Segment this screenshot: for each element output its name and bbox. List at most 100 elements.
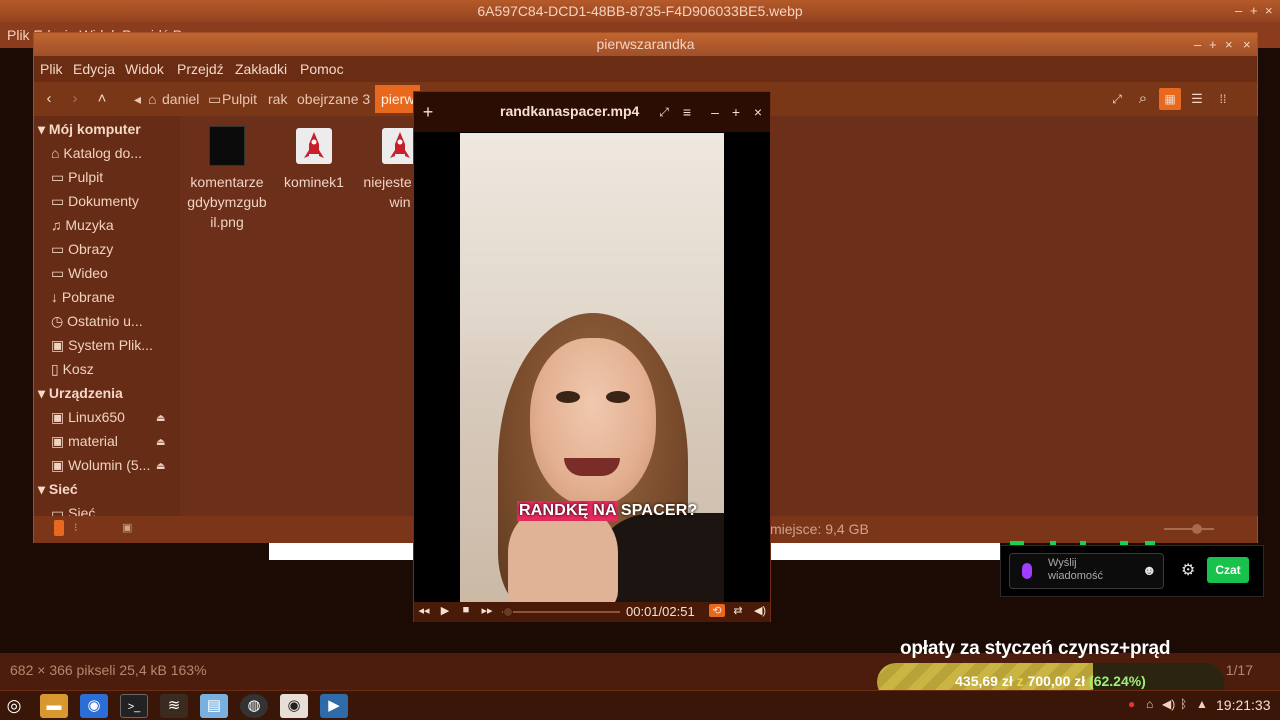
sidebar-item-muzyka[interactable]: ♫ Muzyka: [51, 217, 114, 233]
menu-przejdz[interactable]: Przejdź: [177, 61, 224, 77]
bluetooth-icon[interactable]: ᛒ: [1180, 697, 1187, 711]
compact-view-icon[interactable]: ⁞⁞: [1212, 88, 1234, 110]
taskbar: ◎ ▬ ◉ >_ ≋ ▤ ◍ ◉ ▶ ● ⌂ ◀) ᛒ ▲ 19:21:33: [0, 690, 1280, 720]
seek-knob[interactable]: [502, 607, 513, 617]
menu-widok[interactable]: Widok: [125, 61, 164, 77]
eject-icon[interactable]: ⏏: [156, 461, 165, 472]
volume-icon[interactable]: ◀): [1162, 697, 1175, 711]
steam-icon[interactable]: ≋: [160, 694, 188, 718]
goal-title: opłaty za styczeń czynsz+prąd: [900, 638, 1171, 659]
hamburger-menu-icon[interactable]: ≡: [676, 101, 698, 123]
volume-icon[interactable]: ◀): [752, 604, 768, 617]
hide-sidebar-icon[interactable]: ▣: [122, 521, 132, 534]
fast-forward-icon[interactable]: ▸▸: [479, 604, 495, 617]
network-icon[interactable]: ⌂: [1146, 697, 1153, 711]
toggle-location-icon[interactable]: ⤢: [1106, 88, 1128, 110]
zoom-slider[interactable]: [1164, 528, 1214, 530]
sidebar-section-devices[interactable]: ▾ Urządzenia: [38, 385, 123, 402]
text-editor-icon[interactable]: ▤: [200, 694, 228, 718]
sidebar-item-material[interactable]: ▣ material: [51, 433, 118, 450]
emoji-icon[interactable]: ☻: [1142, 562, 1157, 578]
chat-send-button[interactable]: Czat: [1207, 557, 1249, 583]
sidebar-item-dokumenty[interactable]: ▭ Dokumenty: [51, 193, 139, 210]
add-icon[interactable]: +: [417, 101, 439, 123]
sidebar-item-obrazy[interactable]: ▭ Obrazy: [51, 241, 113, 258]
video-frame[interactable]: RANDKĘ NA SPACER?: [460, 133, 724, 603]
sidebar-item-wideo[interactable]: ▭ Wideo: [51, 265, 108, 282]
zoom-slider-knob[interactable]: [1192, 524, 1202, 534]
forward-icon[interactable]: ›: [64, 88, 86, 110]
breadcrumb-daniel[interactable]: daniel: [162, 91, 199, 107]
sidebar-section-my-computer[interactable]: ▾ Mój komputer: [38, 121, 141, 138]
shuffle-icon[interactable]: ⇄: [730, 604, 746, 617]
treeview-icon[interactable]: ⁝: [74, 521, 78, 534]
folder-icon: ▭: [51, 193, 69, 209]
sidebar-item-pulpit[interactable]: ▭ Pulpit: [51, 169, 103, 186]
stop-icon[interactable]: ■: [458, 604, 474, 616]
files-icon[interactable]: ▬: [40, 694, 68, 718]
search-icon[interactable]: ⌕: [1132, 88, 1154, 110]
image-viewer-icon[interactable]: ◉: [280, 694, 308, 718]
image-viewer-titlebar: 6A597C84-DCD1-48BB-8735-F4D906033BE5.web…: [0, 0, 1280, 22]
eject-icon[interactable]: ⏏: [156, 437, 165, 448]
seek-bar[interactable]: [502, 611, 620, 613]
loop-icon[interactable]: ⟲: [709, 604, 725, 617]
breadcrumb-obejrzane[interactable]: obejrzane 3: [297, 91, 370, 107]
breadcrumb-rak[interactable]: rak: [268, 91, 287, 107]
maximize-icon[interactable]: +: [725, 101, 747, 123]
close-icon[interactable]: ×: [1265, 0, 1273, 22]
file-item[interactable]: kominek1: [274, 126, 354, 192]
terminal-icon[interactable]: >_: [120, 694, 148, 718]
menu-pomoc[interactable]: Pomoc: [300, 61, 344, 77]
sidebar-item-recent[interactable]: ◷ Ostatnio u...: [51, 313, 143, 330]
back-icon[interactable]: ‹: [38, 88, 60, 110]
obs-icon[interactable]: ◍: [240, 694, 268, 718]
firefox-icon[interactable]: ◉: [80, 694, 108, 718]
minimize-icon[interactable]: –: [1235, 0, 1242, 22]
sidebar-item-linux650[interactable]: ▣ Linux650: [51, 409, 125, 426]
close-icon[interactable]: ×: [1243, 33, 1251, 56]
sidebar-item-volume[interactable]: ▣ Wolumin (5...: [51, 457, 150, 474]
video-player-icon[interactable]: ▶: [320, 694, 348, 718]
icon-view-icon[interactable]: ▦: [1159, 88, 1181, 110]
breadcrumb-left-arrow-icon[interactable]: ◂: [134, 91, 141, 108]
close-icon[interactable]: ×: [1225, 33, 1233, 56]
minimize-icon[interactable]: –: [704, 101, 726, 123]
menu-plik[interactable]: Plik: [40, 61, 63, 77]
sidebar-item-filesystem[interactable]: ▣ System Plik...: [51, 337, 153, 354]
sidebar-item-home[interactable]: ⌂ Katalog do...: [51, 145, 142, 161]
rewind-icon[interactable]: ◂◂: [416, 604, 432, 617]
menu-edycja[interactable]: Edycja: [73, 61, 115, 77]
security-icon[interactable]: ●: [1128, 697, 1135, 711]
sidebar-item-pobrane[interactable]: ↓ Pobrane: [51, 289, 115, 305]
list-view-icon[interactable]: ☰: [1186, 88, 1208, 110]
notifications-icon[interactable]: ▲: [1196, 697, 1208, 711]
maximize-icon[interactable]: +: [1250, 0, 1258, 22]
gear-icon[interactable]: ⚙: [1181, 560, 1195, 580]
maximize-icon[interactable]: +: [1209, 33, 1217, 56]
sidebar-toggle-icon[interactable]: [54, 520, 64, 536]
sidebar-item-trash[interactable]: ▯ Kosz: [51, 361, 94, 378]
free-space-label: miejsce: 9,4 GB: [770, 521, 869, 537]
sidebar-item-label: Ostatnio u...: [67, 313, 143, 329]
menu-zakladki[interactable]: Zakładki: [235, 61, 287, 77]
clock: 19:21:33: [1216, 697, 1271, 713]
microphone-icon[interactable]: [1022, 563, 1032, 579]
chat-message-input[interactable]: Wyślij wiadomość ☻: [1009, 553, 1164, 589]
sidebar-item-network[interactable]: ▭ Sieć: [51, 505, 95, 516]
close-icon[interactable]: ×: [747, 101, 769, 123]
up-icon[interactable]: ˄: [91, 88, 113, 110]
breadcrumb-pulpit[interactable]: Pulpit: [222, 91, 257, 107]
playback-time: 00:01/02:51: [626, 604, 695, 619]
eject-icon[interactable]: ⏏: [156, 413, 165, 424]
file-manager-titlebar[interactable]: pierwszarandka – + × ×: [34, 33, 1257, 56]
menu-icon[interactable]: ◎: [0, 694, 28, 718]
minimize-icon[interactable]: –: [1194, 33, 1201, 56]
file-item[interactable]: komentarzegdybymzgubil.png: [187, 126, 267, 232]
fullscreen-icon[interactable]: ⤢: [653, 101, 675, 123]
play-icon[interactable]: ▶: [437, 604, 453, 617]
sidebar-item-label: Sieć: [68, 505, 96, 516]
goal-percent: (62.24%): [1089, 673, 1146, 689]
image-viewer-title: 6A597C84-DCD1-48BB-8735-F4D906033BE5.web…: [477, 3, 803, 19]
sidebar-section-network[interactable]: ▾ Sieć: [38, 481, 78, 498]
